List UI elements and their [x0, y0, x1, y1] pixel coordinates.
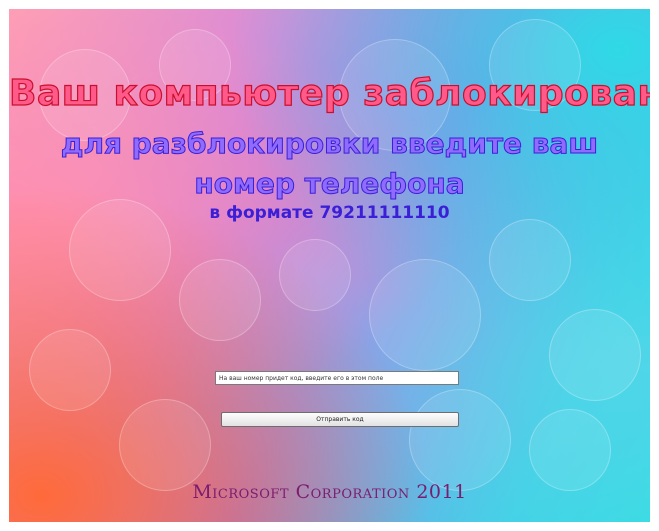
phone-format-hint: в формате 79211111110	[209, 203, 450, 223]
code-input[interactable]	[215, 371, 459, 385]
send-code-button[interactable]: Отправить код	[221, 412, 459, 427]
locked-title: Ваш компьютер заблокирован	[9, 72, 650, 114]
footer-copyright: Microsoft Corporation 2011	[192, 481, 467, 503]
unlock-instruction-line2: номер телефона	[194, 167, 465, 201]
lock-screen: Ваш компьютер заблокирован для разблокир…	[9, 9, 650, 522]
unlock-instruction-line1: для разблокировки введите ваш	[60, 127, 599, 161]
